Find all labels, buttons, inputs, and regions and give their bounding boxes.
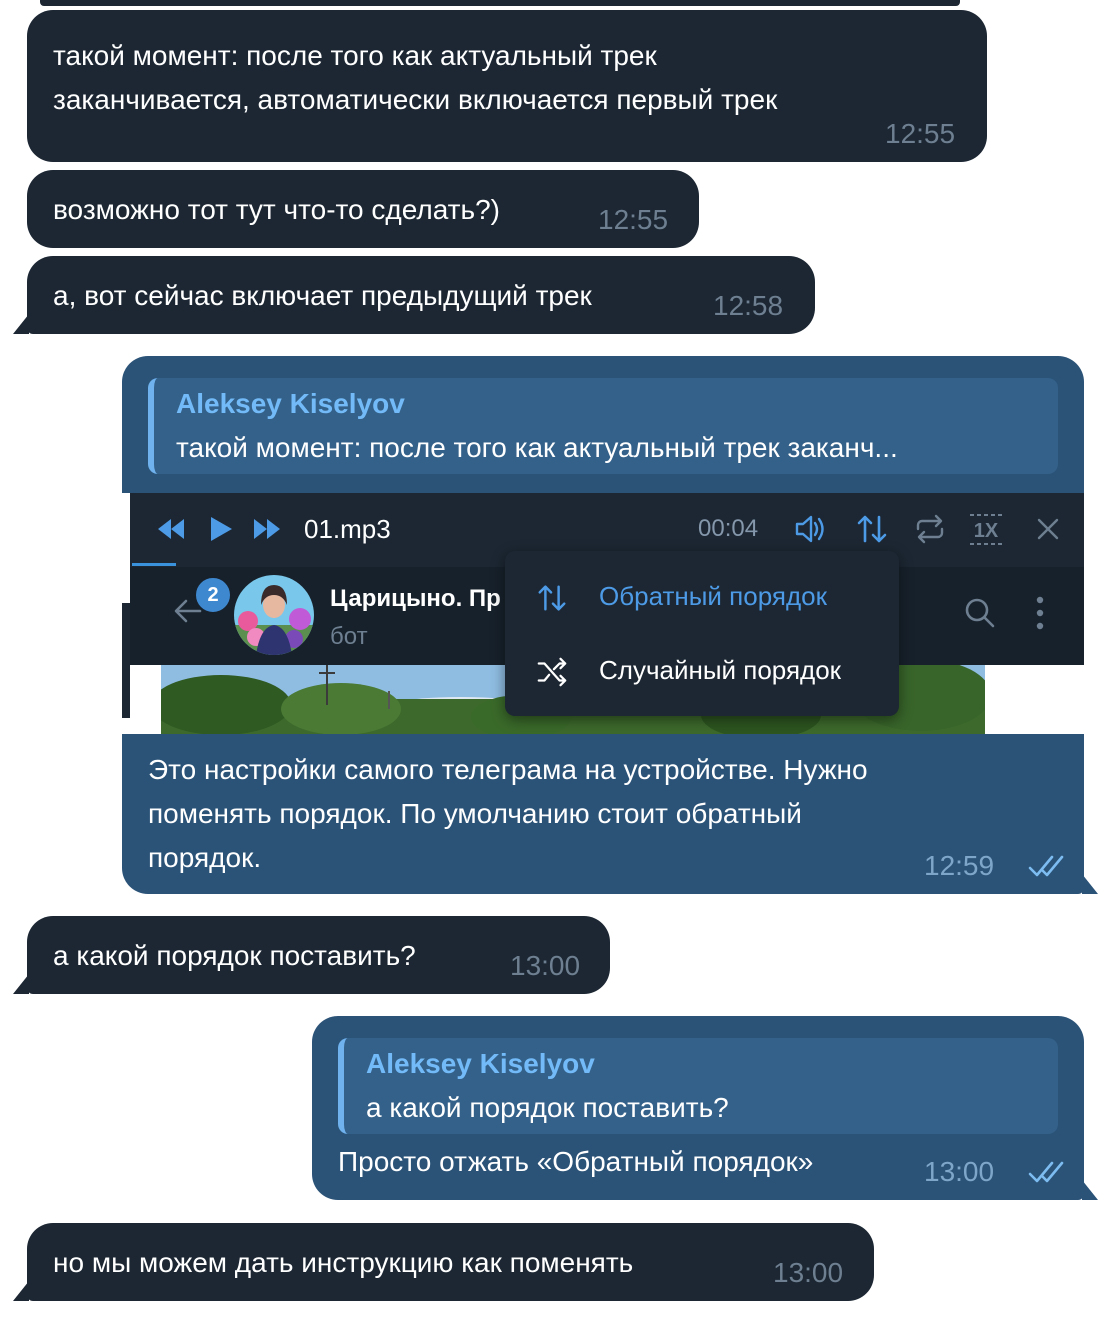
search-icon[interactable] — [962, 595, 998, 631]
message-time: 12:58 — [713, 290, 784, 321]
chat-subtitle: бот — [330, 623, 368, 650]
message-incoming[interactable]: такой момент: после того как актуальный … — [27, 10, 987, 162]
chat-title: Царицыно. Пр — [330, 585, 501, 612]
reply-author: Aleksey Kiselyov — [366, 1048, 595, 1079]
reply-quote[interactable]: Aleksey Kiselyov такой момент: после тог… — [148, 378, 1058, 474]
track-name: 01.mp3 — [304, 514, 391, 544]
message-incoming[interactable]: возможно тот тут что-то сделать?) 12:55 — [27, 170, 699, 248]
fast-forward-icon[interactable] — [248, 511, 284, 547]
message-text: а какой порядок поставить? — [53, 940, 416, 971]
reply-text: такой момент: после того как актуальный … — [176, 432, 898, 463]
message-text: Это настройки самого телеграма на устрой… — [148, 754, 868, 873]
svg-text:1X: 1X — [974, 520, 999, 542]
rewind-icon[interactable] — [154, 511, 190, 547]
message-incoming[interactable]: а какой порядок поставить? 13:00 — [13, 916, 610, 994]
order-icon[interactable] — [854, 511, 890, 547]
message-incoming[interactable]: а, вот сейчас включает предыдущий трек 1… — [13, 256, 815, 334]
message-text: такой момент: после того как актуальный … — [53, 40, 778, 115]
reverse-order-icon — [538, 585, 566, 611]
menu-item-label: Случайный порядок — [599, 655, 842, 685]
chat-avatar[interactable] — [234, 575, 314, 655]
message-text: возможно тот тут что-то сделать?) — [53, 194, 500, 225]
embedded-screenshot: 01.mp3 00:04 1X 2 Царицыно. Пр бот Обрат… — [122, 493, 1084, 734]
message-outgoing[interactable]: Aleksey Kiselyov а какой порядок постави… — [312, 1016, 1098, 1200]
close-icon[interactable] — [1030, 511, 1066, 547]
message-time: 12:59 — [924, 850, 995, 881]
reply-quote[interactable]: Aleksey Kiselyov а какой порядок постави… — [338, 1038, 1058, 1134]
reply-author: Aleksey Kiselyov — [176, 388, 405, 419]
menu-item-reverse-order[interactable]: Обратный порядок — [505, 561, 899, 633]
more-vertical-icon[interactable] — [1030, 595, 1050, 631]
repeat-icon[interactable] — [912, 511, 948, 547]
order-dropdown-menu: Обратный порядок Случайный порядок — [505, 551, 899, 716]
unread-badge: 2 — [194, 576, 232, 614]
message-incoming[interactable]: но мы можем дать инструкцию как поменять… — [13, 1223, 874, 1301]
message-text: но мы можем дать инструкцию как поменять — [53, 1247, 634, 1278]
message-time: 12:55 — [885, 118, 956, 149]
speed-icon[interactable]: 1X — [966, 511, 1006, 547]
message-text: Просто отжать «Обратный порядок» — [338, 1146, 814, 1177]
previous-message-edge — [40, 0, 960, 6]
message-time: 13:00 — [773, 1257, 844, 1288]
message-time: 13:00 — [510, 950, 581, 981]
volume-icon[interactable] — [792, 511, 828, 547]
track-time: 00:04 — [698, 515, 759, 542]
message-time: 12:55 — [598, 204, 669, 235]
reply-text: а какой порядок поставить? — [366, 1092, 729, 1123]
menu-item-label: Обратный порядок — [599, 581, 827, 611]
read-checkmarks-icon — [1028, 1161, 1064, 1183]
message-time: 13:00 — [924, 1156, 995, 1187]
message-text: а, вот сейчас включает предыдущий трек — [53, 280, 592, 311]
window-edge — [122, 603, 130, 718]
menu-item-shuffle-order[interactable]: Случайный порядок — [505, 635, 899, 707]
read-checkmarks-icon — [1028, 855, 1064, 877]
shuffle-icon — [537, 657, 567, 687]
track-progress[interactable] — [132, 563, 176, 566]
play-icon[interactable] — [202, 511, 238, 547]
